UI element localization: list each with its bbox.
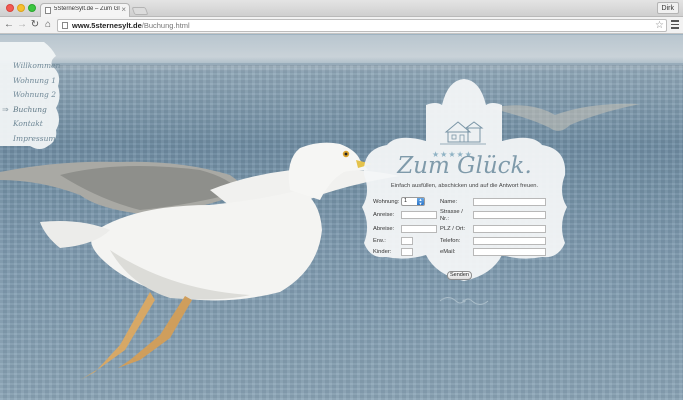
nav-item-impressum[interactable]: Impressum	[13, 134, 60, 149]
page-title: Zum Glück.	[397, 153, 532, 179]
plz-ort-label: PLZ / Ort:	[440, 226, 466, 232]
kinder-label: Kinder:	[373, 249, 392, 255]
browser-toolbar: ← → ↻ ⌂ www.5sternesylt.de/Buchung.html …	[0, 17, 683, 34]
anreise-input[interactable]	[401, 211, 437, 219]
email-label: eMail:	[440, 249, 456, 255]
side-navigation: Willkommen Wohnung 1 Wohnung 2 Buchung K…	[0, 42, 62, 152]
browser-tab[interactable]: 5SterneSylt.de – Zum Glü ×	[40, 3, 130, 17]
erwachsene-input[interactable]	[401, 237, 413, 245]
form-subtitle: Einfach ausfüllen, abschicken und auf di…	[390, 183, 539, 189]
back-arrow-icon[interactable]: ←	[3, 19, 15, 31]
zoom-window-button[interactable]	[28, 4, 36, 12]
reload-icon[interactable]: ↻	[29, 19, 41, 31]
wohnung-select-value: 1	[404, 198, 408, 204]
nav-item-kontakt[interactable]: Kontakt	[13, 119, 60, 134]
erwachsene-label: Erw.:	[373, 238, 386, 244]
browser-tab-bar: 5SterneSylt.de – Zum Glü × Dirk	[0, 0, 683, 17]
url-text: www.5sternesylt.de/Buchung.html	[72, 21, 190, 30]
seagull-image	[0, 103, 640, 380]
tab-close-icon[interactable]: ×	[121, 5, 126, 15]
telefon-input[interactable]	[473, 237, 546, 245]
name-input[interactable]	[473, 198, 546, 206]
minimize-window-button[interactable]	[17, 4, 25, 12]
telefon-label: Telefon:	[440, 238, 461, 244]
anreise-label: Anreise:	[373, 212, 395, 218]
kinder-input[interactable]	[401, 248, 413, 256]
home-icon[interactable]: ⌂	[42, 19, 54, 31]
page-icon	[45, 7, 51, 14]
address-bar[interactable]: www.5sternesylt.de/Buchung.html ☆	[57, 19, 667, 32]
new-tab-button[interactable]	[131, 7, 149, 15]
nav-item-buchung[interactable]: Buchung	[13, 105, 60, 120]
page-icon	[62, 22, 68, 29]
email-input[interactable]	[473, 248, 546, 256]
house-logo-icon	[440, 121, 486, 145]
stepper-arrows-icon: ▲ ▼	[417, 197, 424, 206]
profile-button[interactable]: Dirk	[656, 2, 679, 14]
menu-icon[interactable]	[671, 20, 679, 29]
strasse-label: Strasse /	[440, 209, 463, 215]
strasse-label-nr: Nr.:	[440, 216, 450, 222]
nav-item-wohnung-1[interactable]: Wohnung 1	[13, 76, 60, 91]
plz-ort-input[interactable]	[473, 225, 546, 233]
nav-item-wohnung-2[interactable]: Wohnung 2	[13, 90, 60, 105]
ornament-flourish-icon	[439, 297, 489, 305]
tab-title: 5SterneSylt.de – Zum Glü	[54, 6, 120, 12]
name-label: Name:	[440, 199, 458, 205]
close-window-button[interactable]	[6, 4, 14, 12]
strasse-input[interactable]	[473, 211, 546, 219]
active-arrow-icon: ⇒	[2, 105, 9, 114]
wohnung-label: Wohnung:	[373, 199, 400, 205]
bookmark-star-icon[interactable]: ☆	[655, 20, 664, 31]
page-background: Willkommen Wohnung 1 Wohnung 2 Buchung K…	[0, 35, 683, 400]
abreise-label: Abreise:	[373, 226, 395, 232]
forward-arrow-icon[interactable]: →	[16, 19, 28, 31]
abreise-input[interactable]	[401, 225, 437, 233]
senden-button[interactable]: Senden	[447, 271, 472, 280]
wohnung-select[interactable]: 1 ▲ ▼	[401, 197, 425, 206]
nav-item-willkommen[interactable]: Willkommen	[13, 61, 60, 76]
